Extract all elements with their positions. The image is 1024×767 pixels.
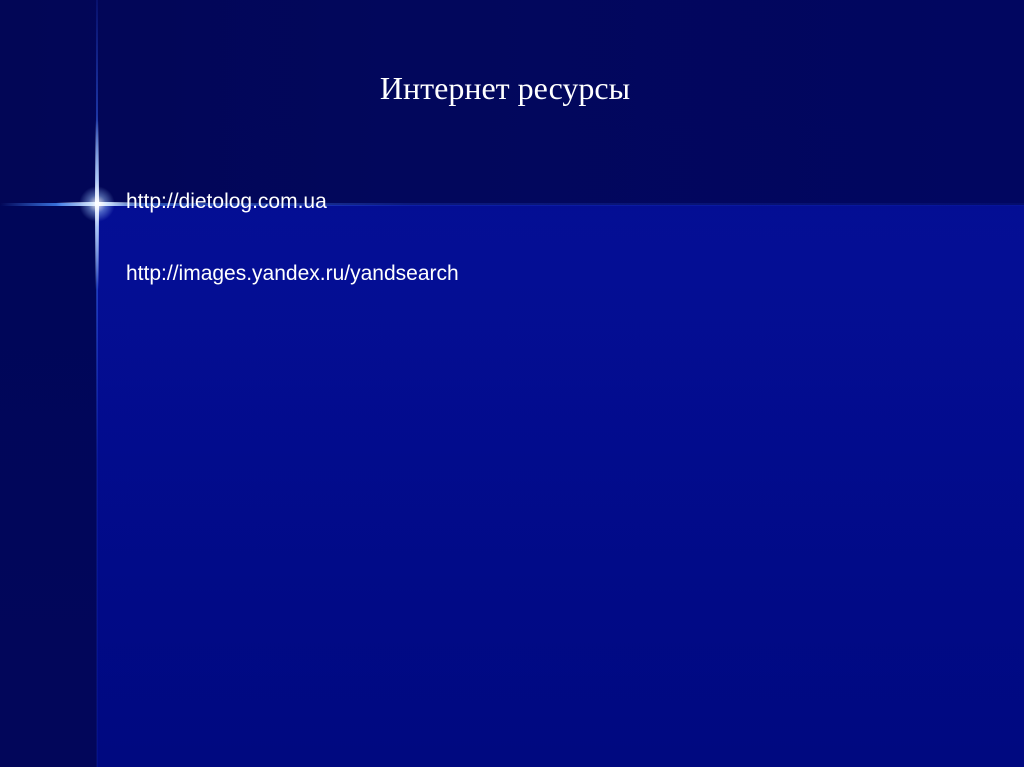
link-list: http://dietolog.com.ua http://images.yan…: [126, 187, 459, 331]
link-yandex-images[interactable]: http://images.yandex.ru/yandsearch: [126, 259, 459, 289]
sparkle-vertical-ray: [95, 120, 99, 290]
slide: Интернет ресурсы http://dietolog.com.ua …: [0, 0, 1024, 767]
link-dietolog[interactable]: http://dietolog.com.ua: [126, 187, 459, 217]
vertical-divider-line: [96, 0, 98, 767]
slide-title: Интернет ресурсы: [379, 70, 631, 106]
left-band: [0, 205, 97, 767]
